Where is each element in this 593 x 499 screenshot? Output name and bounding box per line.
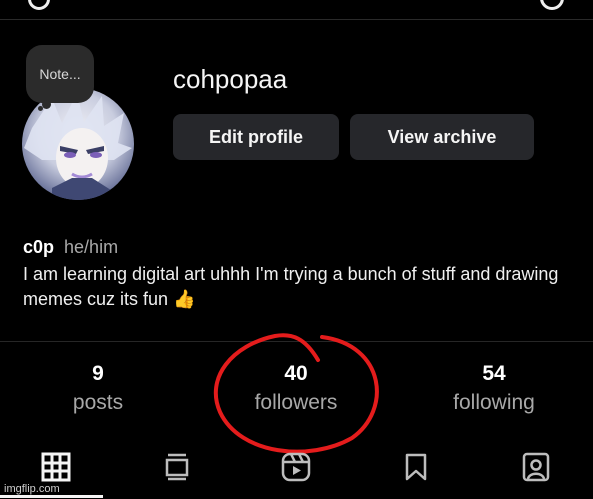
following-count: 54 (482, 362, 506, 385)
display-name: c0p (23, 237, 55, 257)
note-bubble-tail (42, 100, 51, 109)
followers-label: followers (254, 391, 338, 414)
stats-divider (0, 341, 593, 342)
stat-posts[interactable]: 9 posts (23, 362, 173, 415)
top-right-icon[interactable] (540, 0, 564, 10)
feed-icon (165, 453, 189, 481)
tab-feed[interactable] (159, 449, 195, 485)
tab-tagged[interactable] (518, 449, 554, 485)
tagged-icon (522, 452, 550, 482)
note-bubble[interactable]: Note... (26, 45, 94, 103)
top-divider (0, 19, 593, 20)
top-left-icon[interactable] (28, 0, 50, 10)
stat-following[interactable]: 54 following (419, 362, 569, 415)
avatar-illustration (24, 93, 132, 200)
stat-followers[interactable]: 40 followers (221, 362, 371, 415)
tab-reels[interactable] (278, 449, 314, 485)
profile-bio: I am learning digital art uhhh I'm tryin… (23, 264, 559, 309)
avatar[interactable] (22, 88, 134, 200)
profile-username: cohpopaa (173, 64, 288, 94)
active-tab-indicator (0, 495, 103, 498)
followers-count: 40 (284, 362, 308, 385)
posts-label: posts (72, 391, 124, 414)
pronouns: he/him (64, 237, 119, 257)
tab-saved[interactable] (398, 449, 434, 485)
grid-icon (41, 452, 71, 482)
tab-grid[interactable] (38, 449, 74, 485)
posts-count: 9 (92, 362, 104, 385)
watermark: imgflip.com (4, 483, 60, 495)
note-bubble-tail-small (38, 106, 43, 111)
following-label: following (453, 391, 535, 414)
note-label: Note... (39, 66, 81, 82)
edit-profile-button[interactable]: Edit profile (173, 114, 339, 160)
top-bar (0, 0, 593, 20)
reels-icon (281, 452, 311, 482)
view-archive-button[interactable]: View archive (350, 114, 534, 160)
bookmark-icon (405, 453, 427, 481)
profile-name-line: c0p he/him (23, 237, 118, 258)
profile-tab-bar (0, 445, 593, 499)
